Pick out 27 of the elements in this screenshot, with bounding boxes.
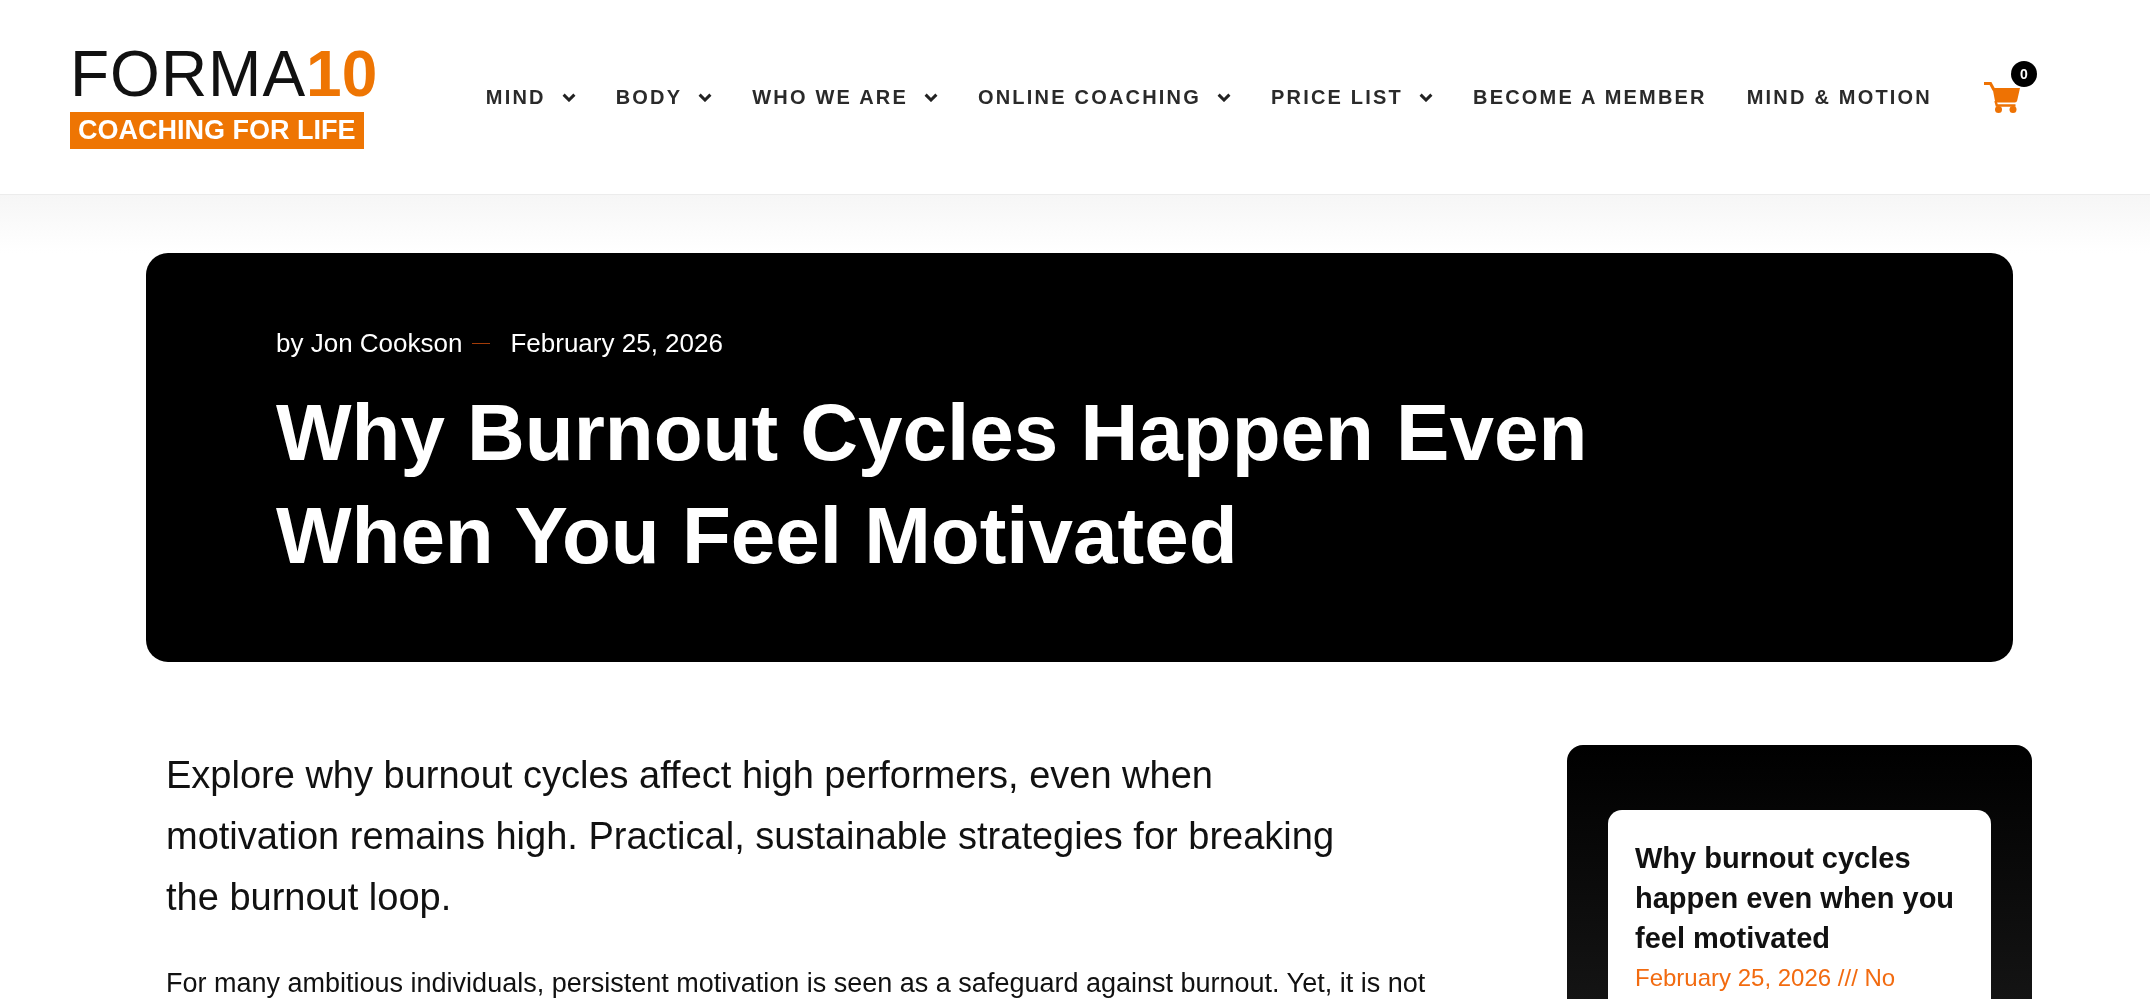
chevron-down-icon xyxy=(698,92,713,102)
chevron-down-icon xyxy=(1419,92,1433,102)
cart-button[interactable]: 0 xyxy=(1984,61,2037,113)
article-paragraph: For many ambitious individuals, persistent motivation is seen as a safeguard against burnout. Yet, it is not xyxy=(166,968,1427,999)
author-name: by Jon Cookson xyxy=(276,327,463,359)
logo-wordmark: FORMA xyxy=(70,45,307,102)
article-lead: Explore why burnout cycles affect high performers, even when motivation remains high. Practical, sustainable strategies for breaking the burnout loop. xyxy=(166,753,1336,920)
chevron-down-icon xyxy=(1216,92,1231,102)
nav-link[interactable]: MIND & MOTION xyxy=(1746,85,1932,109)
article-title: Why Burnout Cycles Happen Even When You Feel Motivated xyxy=(276,387,1589,582)
logo-tagline: COACHING FOR LIFE xyxy=(70,111,364,149)
post-meta: February 25, 2026 /// No xyxy=(1635,963,1896,993)
nav-link[interactable]: WHO WE ARE xyxy=(752,85,938,109)
cart-icon xyxy=(1984,80,2020,113)
logo-number: 10 xyxy=(306,45,378,102)
nav-link[interactable]: PRICE LIST xyxy=(1270,85,1433,109)
dash-icon xyxy=(472,342,491,344)
cart-count-badge: 0 xyxy=(2011,61,2037,87)
chevron-down-icon xyxy=(561,92,576,102)
nav-link[interactable]: MIND xyxy=(485,85,576,109)
nav-link[interactable]: BODY xyxy=(615,85,713,109)
logo[interactable]: FORMA10 COACHING FOR LIFE xyxy=(70,45,378,149)
post-date: February 25, 2026 xyxy=(510,327,723,359)
chevron-down-icon xyxy=(923,92,938,102)
post-title-link[interactable]: Why burnout cycles happen even when you feel motivated xyxy=(1635,838,1964,958)
nav-link[interactable]: BECOME A MEMBER xyxy=(1473,85,1707,109)
nav-link[interactable]: ONLINE COACHING xyxy=(977,85,1231,109)
